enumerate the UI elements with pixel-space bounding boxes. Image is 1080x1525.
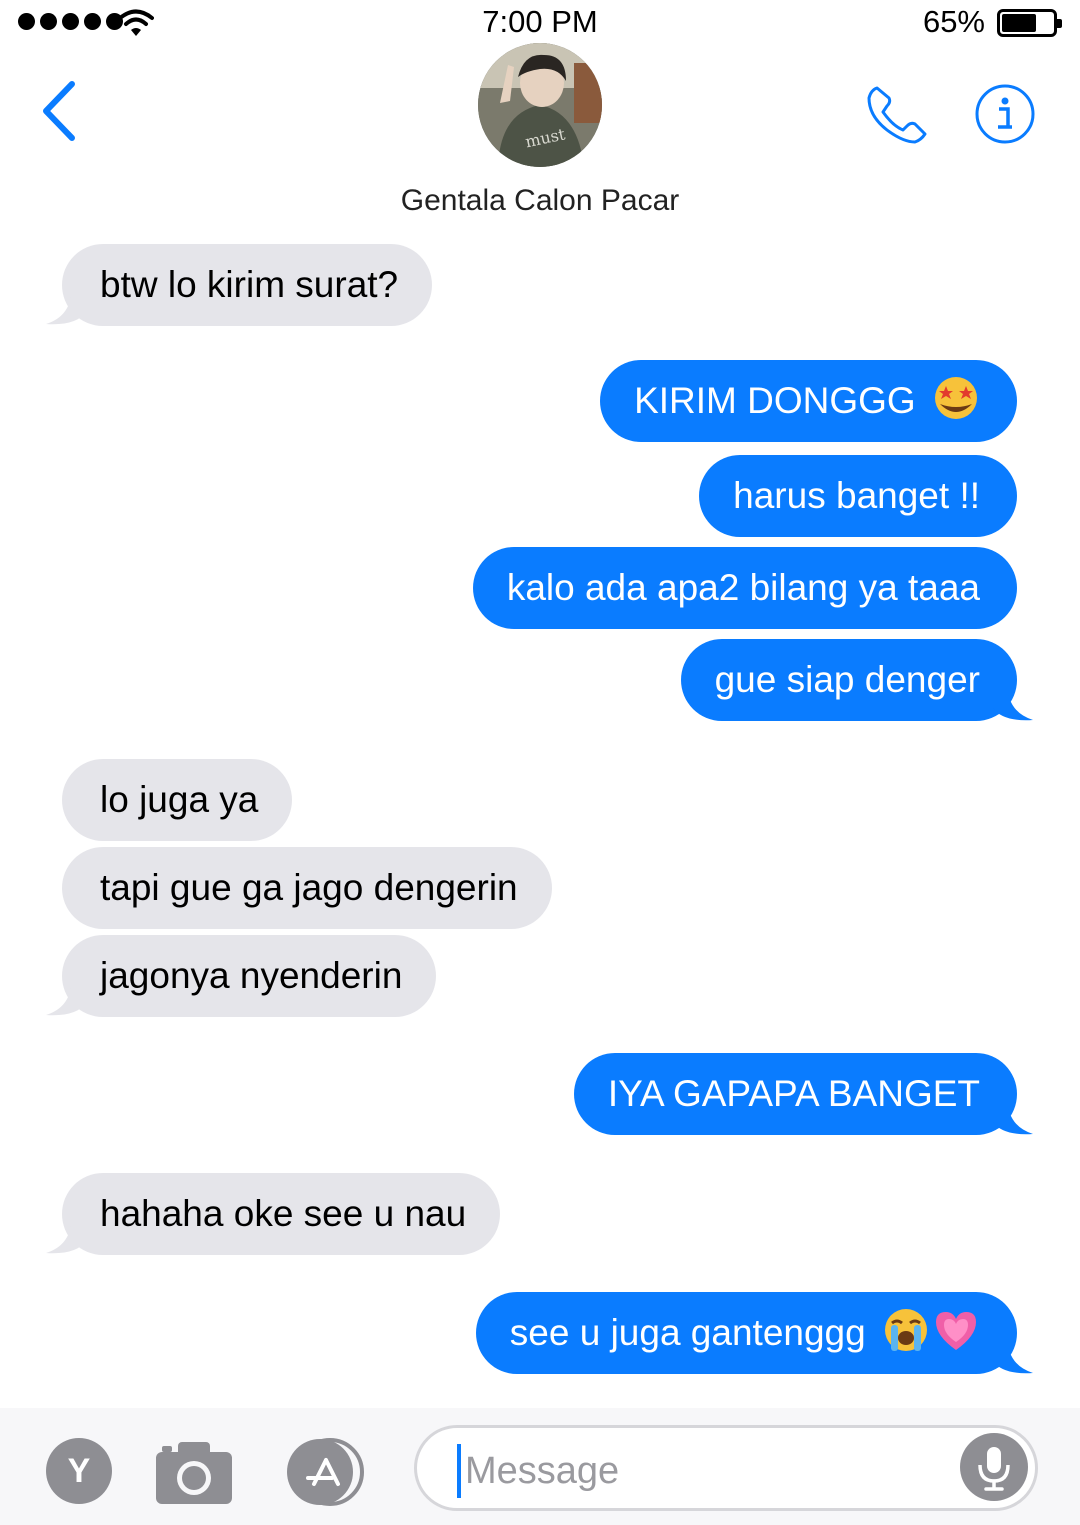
star-struck-emoji-icon bbox=[935, 377, 977, 419]
avatar-initial: Y bbox=[67, 1452, 91, 1490]
outgoing-message[interactable]: see u juga gantenggg bbox=[475, 1292, 1017, 1374]
outgoing-message[interactable]: KIRIM DONGGG bbox=[600, 360, 1017, 442]
message-text: IYA GAPAPA BANGET bbox=[607, 1073, 980, 1114]
battery-percent: 65% bbox=[922, 4, 985, 39]
message-text: btw lo kirim surat? bbox=[100, 264, 399, 305]
bubble-tail bbox=[46, 1215, 86, 1254]
app-store-icon[interactable] bbox=[284, 1438, 374, 1506]
incoming-message[interactable]: hahaha oke see u nau bbox=[62, 1173, 501, 1255]
chevron-left-icon[interactable] bbox=[38, 78, 80, 144]
message-text: hahaha oke see u nau bbox=[100, 1193, 467, 1234]
message-text: lo juga ya bbox=[100, 779, 259, 820]
contact-avatar[interactable]: must bbox=[478, 43, 602, 167]
loudly-crying-emoji-icon bbox=[885, 1309, 927, 1351]
message-text: KIRIM DONGGG bbox=[634, 380, 916, 421]
bubble-tail bbox=[993, 1335, 1033, 1374]
message-input[interactable]: Message bbox=[414, 1425, 1038, 1511]
message-text: harus banget !! bbox=[733, 475, 980, 516]
message-text: tapi gue ga jago dengerin bbox=[100, 867, 518, 908]
growing-heart-emoji-icon bbox=[936, 1312, 976, 1350]
incoming-message[interactable]: jagonya nyenderin bbox=[62, 935, 437, 1017]
outgoing-message[interactable]: gue siap denger bbox=[680, 639, 1017, 721]
message-text: jagonya nyenderin bbox=[100, 955, 403, 996]
bubble-tail bbox=[993, 1096, 1033, 1135]
message-text: gue siap denger bbox=[714, 659, 980, 700]
microphone-icon bbox=[978, 1447, 1010, 1491]
microphone-button[interactable] bbox=[960, 1433, 1028, 1501]
camera-icon[interactable] bbox=[156, 1440, 232, 1504]
outgoing-message[interactable]: kalo ada apa2 bilang ya taaa bbox=[472, 547, 1017, 629]
incoming-message[interactable]: btw lo kirim surat? bbox=[62, 244, 433, 326]
phone-icon[interactable] bbox=[863, 82, 929, 148]
message-text: see u juga gantenggg bbox=[509, 1312, 866, 1353]
status-bar: 7:00 PM 65% bbox=[0, 0, 1080, 48]
incoming-message[interactable]: tapi gue ga jago dengerin bbox=[62, 847, 552, 929]
bubble-tail bbox=[46, 977, 86, 1016]
outgoing-message[interactable]: harus banget !! bbox=[699, 455, 1017, 537]
message-placeholder: Message bbox=[465, 1450, 620, 1492]
avatar-button[interactable]: Y bbox=[46, 1438, 112, 1504]
status-time: 7:00 PM bbox=[482, 4, 598, 39]
text-caret bbox=[457, 1444, 461, 1498]
bubble-tail bbox=[993, 682, 1033, 721]
bubble-tail bbox=[46, 286, 86, 325]
contact-name[interactable]: Gentala Calon Pacar bbox=[0, 184, 1080, 218]
incoming-message[interactable]: lo juga ya bbox=[62, 759, 293, 841]
outgoing-message[interactable]: IYA GAPAPA BANGET bbox=[573, 1053, 1017, 1135]
info-icon[interactable] bbox=[974, 83, 1036, 145]
battery-icon bbox=[997, 9, 1062, 37]
message-text: kalo ada apa2 bilang ya taaa bbox=[506, 567, 980, 608]
